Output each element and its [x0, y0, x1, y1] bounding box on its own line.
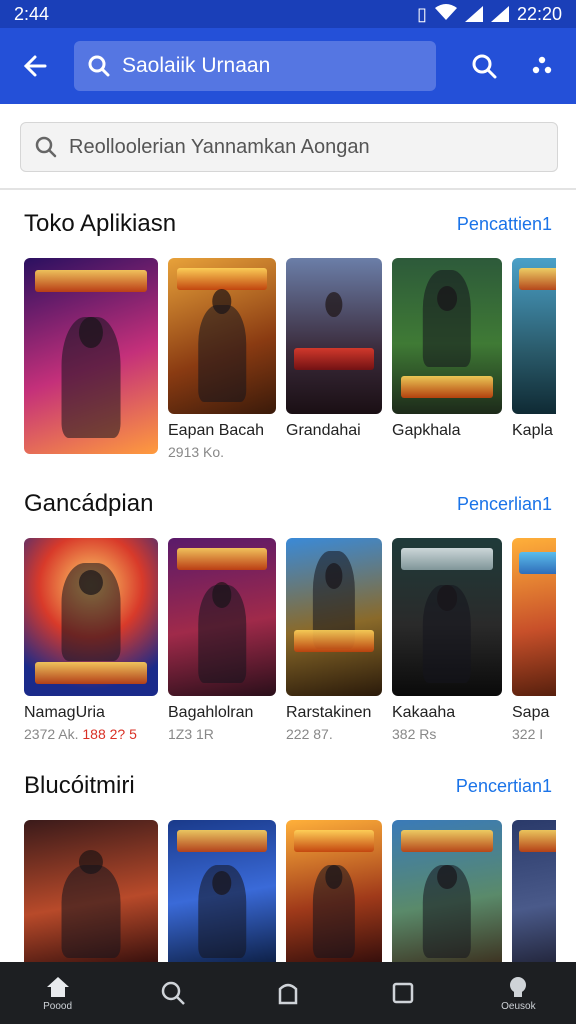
app-card[interactable]: Gapkhala — [392, 258, 502, 460]
search-icon — [161, 981, 185, 1005]
arrow-left-icon — [23, 55, 47, 77]
section-third: Blucóitmiri Pencertian1 — [0, 766, 576, 970]
game-meta: 382 Rs — [392, 726, 437, 742]
search-icon — [88, 55, 110, 77]
section-title: Gancádpian — [24, 490, 154, 517]
game-artwork — [24, 538, 158, 696]
game-title: Sapa — [512, 704, 550, 721]
app-title: Eapan Bacah — [168, 422, 265, 439]
nav-home-label: Poood — [43, 1000, 73, 1012]
app-artwork — [24, 820, 158, 970]
game-card[interactable]: Kakaaha 382 Rs — [392, 538, 502, 742]
wifi-icon — [434, 3, 457, 25]
section-title: Toko Aplikiasn — [24, 210, 177, 237]
nav-home[interactable]: Poood — [23, 975, 93, 1012]
game-card[interactable]: Bagahlolran 1Z3 1R — [168, 538, 276, 742]
app-card[interactable] — [286, 820, 382, 970]
app-bar: Saolaiik Urnaan — [0, 28, 576, 104]
app-artwork — [286, 820, 382, 970]
vibrate-icon: ▯ — [417, 3, 427, 24]
section-apps: Toko Aplikiasn Pencattien1 Eapan Bacah 2… — [0, 204, 576, 460]
app-artwork — [392, 258, 502, 414]
section-more-link[interactable]: Pencerlian1 — [457, 494, 552, 515]
app-card[interactable]: Eapan Bacah 2913 Ko. — [168, 258, 276, 460]
nav-search[interactable] — [138, 980, 208, 1006]
app-card[interactable]: Kapla — [512, 258, 556, 460]
app-artwork — [512, 258, 556, 414]
app-artwork — [168, 258, 276, 414]
content-search-field[interactable]: Reolloolerian Yannamkan Aongan — [20, 122, 558, 172]
app-card[interactable] — [24, 258, 158, 460]
app-title: Grandahai — [286, 422, 361, 439]
status-time-left: 2:44 — [14, 3, 50, 24]
game-meta: 222 87. — [286, 726, 333, 742]
square-icon — [392, 982, 414, 1004]
nav-account[interactable]: Oeusok — [483, 975, 553, 1012]
bottom-navigation: Poood Oeusok — [0, 962, 576, 1024]
app-meta: 2913 Ko. — [168, 444, 225, 460]
signal-2-icon — [490, 6, 509, 22]
game-meta: 322 I — [512, 726, 544, 742]
game-artwork — [168, 538, 276, 696]
content-search-placeholder: Reolloolerian Yannamkan Aongan — [69, 135, 370, 158]
status-icons: ▯ 22:20 — [417, 3, 562, 25]
more-button[interactable] — [522, 46, 562, 86]
app-artwork — [392, 820, 502, 970]
search-button[interactable] — [464, 46, 504, 86]
divider — [0, 188, 576, 190]
signal-icon — [464, 6, 483, 22]
app-artwork — [168, 820, 276, 970]
game-card[interactable]: Rarstakinen 222 87. — [286, 538, 382, 742]
app-card[interactable] — [24, 820, 158, 970]
section-more-link[interactable]: Pencattien1 — [457, 214, 552, 235]
game-artwork — [286, 538, 382, 696]
app-card[interactable]: Grandahai — [286, 258, 382, 460]
app-search-text: Saolaiik Urnaan — [122, 54, 271, 77]
account-icon — [510, 976, 527, 997]
back-button[interactable] — [14, 46, 54, 86]
section-title: Blucóitmiri — [24, 772, 135, 799]
app-title: Gapkhala — [392, 422, 461, 439]
game-card[interactable]: NamagUria 2372 Ak. 188 2? 5 — [24, 538, 158, 742]
dots-icon — [532, 56, 552, 74]
section-more-link[interactable]: Pencertian1 — [456, 776, 552, 797]
section-games: Gancádpian Pencerlian1 NamagUria 2372 Ak… — [0, 484, 576, 742]
nav-apps[interactable] — [253, 980, 323, 1006]
app-card[interactable] — [392, 820, 502, 970]
game-artwork — [392, 538, 502, 696]
status-bar: 2:44 ▯ 22:20 — [0, 0, 576, 28]
search-icon — [472, 54, 497, 79]
search-icon — [35, 136, 57, 158]
app-artwork — [24, 258, 158, 454]
game-meta: 1Z3 1R — [168, 726, 214, 742]
game-artwork — [512, 538, 556, 696]
status-time-right: 22:20 — [516, 3, 562, 24]
app-artwork — [512, 820, 556, 970]
app-card[interactable] — [512, 820, 556, 970]
app-search-field[interactable]: Saolaiik Urnaan — [74, 41, 436, 91]
game-meta: 2372 Ak. 188 2? 5 — [24, 726, 137, 742]
app-artwork — [286, 258, 382, 414]
nav-library[interactable] — [368, 980, 438, 1006]
game-title: Bagahlolran — [168, 704, 254, 721]
app-card[interactable] — [168, 820, 276, 970]
game-title: Kakaaha — [392, 704, 456, 721]
app-title: Kapla — [512, 422, 553, 439]
game-title: Rarstakinen — [286, 704, 372, 721]
game-card[interactable]: Sapa 322 I — [512, 538, 556, 742]
bag-icon — [278, 983, 298, 1005]
nav-account-label: Oeusok — [501, 1000, 536, 1012]
game-title: NamagUria — [24, 704, 105, 721]
home-icon — [46, 976, 69, 997]
